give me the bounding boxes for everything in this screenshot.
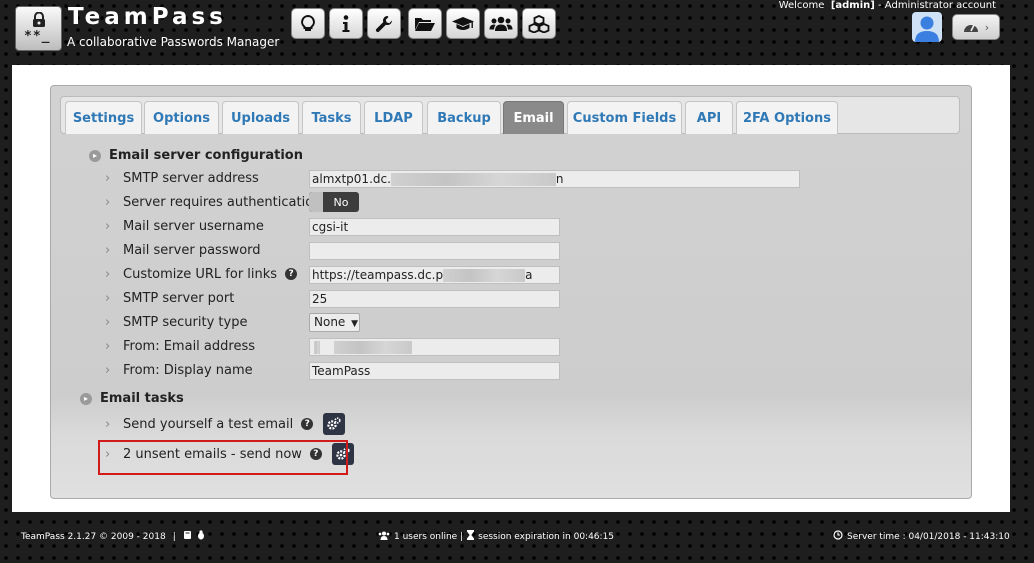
- collapse-circle-icon: ▸: [80, 392, 92, 405]
- redacted-text: [390, 173, 556, 186]
- username-input[interactable]: cgsi-it: [309, 218, 560, 236]
- chevron-right-icon: ›: [105, 338, 111, 354]
- custom-url-input[interactable]: https://teampass.dc.p a: [309, 266, 560, 284]
- folder-open-icon: [415, 17, 435, 31]
- auth-required-row: › Server requires authentication: [105, 194, 322, 210]
- redacted-text: [334, 341, 412, 354]
- tab-ldap[interactable]: LDAP: [364, 101, 423, 134]
- app-title: TeamPass: [68, 4, 227, 30]
- email-server-config-header[interactable]: ▸ Email server configuration: [89, 148, 303, 163]
- footer-server-time: Server time : 04/01/2018 - 11:43:10: [833, 530, 1010, 543]
- user-avatar-icon: [915, 16, 939, 42]
- cubes-icon: [528, 14, 550, 33]
- welcome-message: Welcome [admin] - Administrator account: [778, 0, 996, 11]
- dashboard-button[interactable]: ›: [952, 14, 1000, 40]
- users-button[interactable]: [484, 8, 518, 39]
- tab-tasks[interactable]: Tasks: [302, 101, 361, 134]
- display-name-input[interactable]: TeamPass: [309, 362, 560, 380]
- book-icon[interactable]: [183, 530, 192, 543]
- username: [admin]: [830, 0, 875, 11]
- chevron-right-icon: ›: [105, 416, 111, 432]
- chevron-right-icon: ›: [105, 242, 111, 258]
- tab-settings[interactable]: Settings: [65, 101, 142, 134]
- roles-button[interactable]: [522, 8, 556, 39]
- smtp-address-input[interactable]: almxtp01.dc. n: [309, 170, 800, 188]
- collapse-circle-icon: ▸: [89, 149, 101, 162]
- display-name-row: › From: Display name: [105, 362, 253, 378]
- security-type-row: › SMTP security type: [105, 314, 248, 330]
- redacted-text: [443, 269, 526, 282]
- password-row: › Mail server password: [105, 242, 261, 258]
- from-email-row: › From: Email address: [105, 338, 255, 354]
- knowledge-button[interactable]: [446, 8, 480, 39]
- dashboard-icon: [963, 24, 978, 32]
- email-tasks-header[interactable]: ▸ Email tasks: [80, 391, 184, 406]
- tab-custom-fields[interactable]: Custom Fields: [567, 101, 682, 134]
- bug-icon[interactable]: [196, 530, 206, 543]
- tab-api[interactable]: API: [685, 101, 733, 134]
- test-email-row: › Send yourself a test email ?: [105, 413, 346, 435]
- footer-session: 1 users online | session expiration in 0…: [378, 530, 614, 543]
- smtp-address-row: › SMTP server address: [105, 170, 259, 186]
- password-input[interactable]: [309, 242, 560, 260]
- lightbulb-icon: [301, 14, 315, 31]
- avatar[interactable]: [912, 12, 942, 42]
- users-icon: [378, 531, 390, 543]
- cogs-icon: [327, 417, 341, 430]
- chevron-right-icon: ›: [105, 314, 111, 330]
- wrench-icon: [375, 15, 392, 32]
- admin-settings-panel: Settings Options Uploads Tasks LDAP Back…: [50, 85, 972, 499]
- security-type-select[interactable]: None ▼: [309, 313, 360, 332]
- logo-stars: **_: [24, 29, 51, 44]
- tab-backup[interactable]: Backup: [427, 101, 501, 134]
- help-icon[interactable]: ?: [285, 268, 298, 280]
- smtp-port-row: › SMTP server port: [105, 290, 235, 306]
- chevron-right-icon: ›: [105, 362, 111, 378]
- app-subtitle: A collaborative Passwords Manager: [67, 35, 280, 49]
- lock-icon: [33, 12, 45, 27]
- send-test-email-button[interactable]: [323, 413, 346, 435]
- hourglass-icon: [467, 530, 475, 543]
- tab-uploads[interactable]: Uploads: [222, 101, 299, 134]
- username-row: › Mail server username: [105, 218, 264, 234]
- chevron-right-icon: ›: [105, 170, 111, 186]
- graduation-cap-icon: [452, 16, 474, 30]
- chevron-right-icon: ›: [984, 20, 990, 34]
- auth-required-toggle[interactable]: No: [309, 192, 359, 212]
- folder-button[interactable]: [408, 8, 442, 39]
- info-icon: [342, 14, 350, 32]
- tab-2fa-options[interactable]: 2FA Options: [736, 101, 838, 134]
- users-icon: [489, 16, 513, 31]
- tab-email[interactable]: Email: [503, 101, 564, 134]
- settings-tabs: Settings Options Uploads Tasks LDAP Back…: [60, 96, 960, 134]
- main-toolbar: [291, 8, 560, 39]
- redacted-text: [314, 341, 320, 354]
- help-icon[interactable]: ?: [301, 418, 314, 430]
- tab-options[interactable]: Options: [144, 101, 219, 134]
- chevron-right-icon: ›: [105, 290, 111, 306]
- lightbulb-button[interactable]: [291, 8, 325, 39]
- chevron-right-icon: ›: [105, 218, 111, 234]
- chevron-right-icon: ›: [105, 266, 111, 282]
- main-content: Settings Options Uploads Tasks LDAP Back…: [12, 65, 1010, 512]
- clock-icon: [833, 530, 843, 543]
- chevron-right-icon: ›: [105, 194, 111, 210]
- custom-url-row: › Customize URL for links ?: [105, 264, 298, 284]
- app-logo[interactable]: **_: [15, 6, 62, 51]
- smtp-port-input[interactable]: 25: [309, 290, 560, 308]
- from-email-input[interactable]: [309, 338, 560, 356]
- toggle-knob: [309, 192, 323, 212]
- footer-version: TeamPass 2.1.27 © 2009 - 2018 |: [21, 530, 206, 543]
- wrench-button[interactable]: [367, 8, 401, 39]
- highlight-box: [98, 440, 348, 475]
- info-button[interactable]: [329, 8, 363, 39]
- caret-down-icon: ▼: [351, 319, 359, 329]
